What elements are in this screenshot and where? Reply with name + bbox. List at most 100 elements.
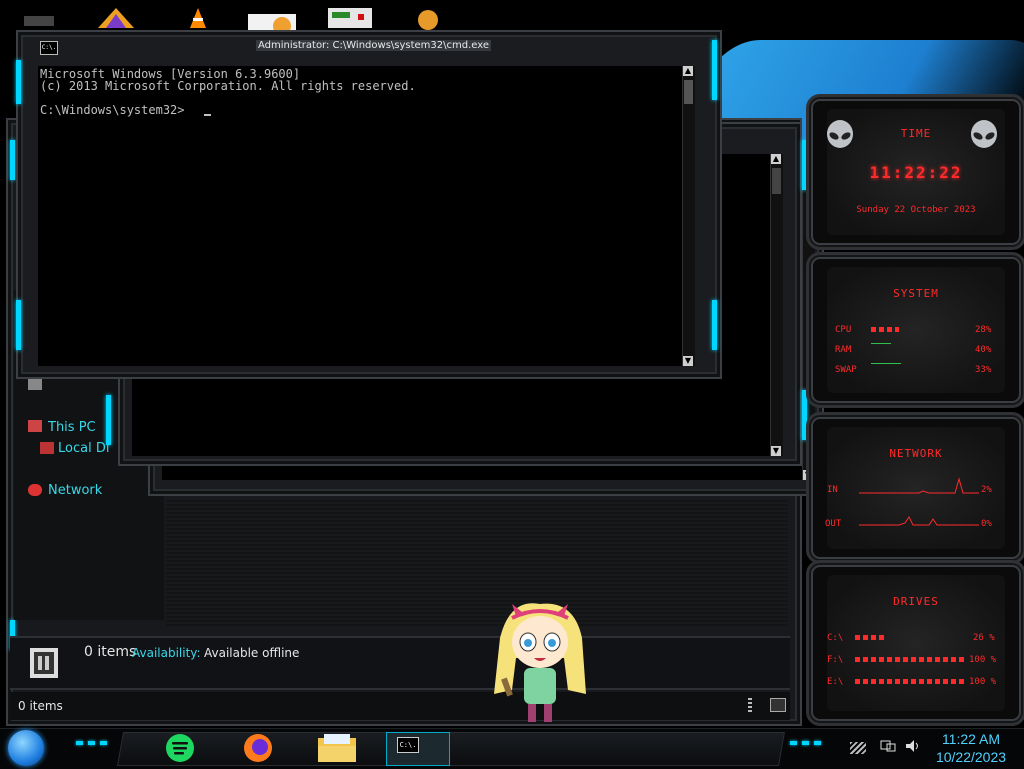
vertical-scrollbar[interactable]: ▲ ▼ bbox=[770, 154, 783, 456]
drives-gadget-title: DRIVES bbox=[893, 595, 939, 608]
star-butterfly-desktop-character bbox=[490, 598, 590, 730]
console-cursor bbox=[204, 114, 211, 116]
drive-e-value: 100 % bbox=[969, 677, 997, 687]
taskbar-accent bbox=[790, 741, 797, 745]
cmd-title-bar[interactable]: C:\. Administrator: C:\Windows\system32\… bbox=[36, 38, 700, 58]
scroll-down-icon[interactable]: ▼ bbox=[771, 446, 781, 456]
cpu-value: 28% bbox=[975, 325, 992, 335]
cmd-window-title: Administrator: C:\Windows\system32\cmd.e… bbox=[256, 40, 492, 51]
taskbar-accent bbox=[814, 741, 821, 745]
network-in-value: 2% bbox=[981, 485, 992, 495]
swap-value: 33% bbox=[975, 365, 992, 375]
volume-icon[interactable] bbox=[904, 738, 922, 754]
console-line-copyright: (c) 2013 Microsoft Corporation. All righ… bbox=[40, 79, 416, 93]
network-in-label: IN bbox=[827, 485, 838, 495]
drive-f-label: F:\ bbox=[827, 655, 844, 665]
home-icon bbox=[28, 378, 42, 390]
drive-c-bar bbox=[855, 635, 885, 640]
nav-local-disk[interactable]: Local Di bbox=[58, 441, 109, 456]
cpu-bar bbox=[871, 327, 899, 332]
cmd-window[interactable]: C:\. Administrator: C:\Windows\system32\… bbox=[16, 30, 722, 379]
desktop-shortcut-icon-5[interactable] bbox=[328, 6, 374, 30]
taskbar-firefox-button[interactable] bbox=[236, 732, 280, 764]
frame-accent bbox=[10, 140, 15, 180]
network-out-label: OUT bbox=[825, 519, 842, 529]
frame-accent bbox=[712, 40, 717, 100]
vlc-icon[interactable] bbox=[186, 6, 220, 30]
ram-value: 40% bbox=[975, 345, 992, 355]
network-out-value: 0% bbox=[981, 519, 992, 529]
scroll-thumb[interactable] bbox=[772, 168, 781, 194]
taskbar-date: 10/22/2023 bbox=[935, 749, 1007, 765]
nav-this-pc[interactable]: This PC bbox=[48, 420, 96, 435]
folder-thumbnail-icon bbox=[30, 648, 58, 678]
status-item-count: 0 items bbox=[18, 699, 63, 713]
desktop-shortcut-icon-4[interactable] bbox=[248, 6, 298, 35]
drives-gadget: DRIVES C:\ 26 % F:\ 100 % E:\ 100 % bbox=[806, 560, 1024, 726]
taskbar-accent bbox=[802, 741, 809, 745]
system-gadget-title: SYSTEM bbox=[893, 287, 939, 300]
cmd-icon: C:\. bbox=[397, 737, 419, 753]
network-icon bbox=[28, 484, 42, 496]
ram-label: RAM bbox=[835, 345, 852, 355]
frame-accent bbox=[16, 60, 21, 104]
network-out-graph bbox=[859, 516, 979, 526]
drive-c-value: 26 % bbox=[973, 633, 995, 643]
start-button[interactable] bbox=[8, 730, 44, 766]
taskbar-file-explorer-button[interactable] bbox=[310, 732, 364, 764]
folder-icon bbox=[318, 734, 356, 762]
taskbar-time: 11:22 AM bbox=[941, 731, 1001, 747]
taskbar-accent bbox=[76, 741, 83, 745]
frame-accent bbox=[712, 300, 717, 350]
drive-e-label: E:\ bbox=[827, 677, 844, 687]
desktop-shortcut-icon-1[interactable] bbox=[22, 6, 56, 30]
network-gadget: NETWORK IN 2% OUT 0% bbox=[806, 412, 1024, 564]
firefox-icon bbox=[244, 734, 272, 762]
drive-c-label: C:\ bbox=[827, 633, 844, 643]
scroll-down-icon[interactable]: ▼ bbox=[683, 356, 693, 366]
frame-accent bbox=[16, 300, 21, 350]
desktop-shortcut-icon-2[interactable] bbox=[96, 6, 134, 30]
scroll-up-icon[interactable]: ▲ bbox=[771, 154, 781, 164]
taskbar-accent bbox=[88, 741, 95, 745]
taskbar-dock bbox=[117, 732, 785, 766]
time-gadget-clock: 11:22:22 bbox=[869, 163, 963, 182]
swap-label: SWAP bbox=[835, 365, 857, 375]
scroll-thumb[interactable] bbox=[684, 80, 693, 104]
network-gadget-title: NETWORK bbox=[889, 447, 943, 460]
cpu-label: CPU bbox=[835, 325, 852, 335]
nav-network[interactable]: Network bbox=[48, 483, 102, 498]
frame-accent bbox=[106, 395, 111, 445]
taskbar-spotify-button[interactable] bbox=[158, 732, 202, 764]
explorer-details-pane: 0 items Availability: Available offline bbox=[10, 636, 790, 690]
console-area[interactable]: Microsoft Windows [Version 6.3.9600] (c)… bbox=[38, 66, 694, 366]
details-item-count: 0 items bbox=[84, 644, 137, 660]
local-disk-icon bbox=[40, 442, 54, 454]
network-in-graph bbox=[859, 477, 979, 494]
system-gadget: SYSTEM CPU 28% RAM 40% SWAP 33% bbox=[806, 252, 1024, 408]
taskbar-clock[interactable]: 11:22 AM 10/22/2023 bbox=[930, 730, 1012, 766]
ram-graph bbox=[871, 343, 891, 344]
explorer-file-list[interactable] bbox=[166, 500, 788, 626]
time-gadget: TIME 11:22:22 Sunday 22 October 2023 bbox=[806, 94, 1024, 250]
desktop-shortcut-icon-6[interactable] bbox=[416, 6, 450, 30]
explorer-status-bar: 0 items bbox=[10, 692, 790, 720]
vertical-scrollbar[interactable]: ▲ ▼ bbox=[682, 66, 695, 366]
availability-label: Availability: bbox=[132, 646, 201, 660]
swap-graph bbox=[871, 363, 901, 364]
time-gadget-title: TIME bbox=[900, 127, 932, 140]
time-gadget-date: Sunday 22 October 2023 bbox=[856, 205, 976, 215]
drive-f-value: 100 % bbox=[969, 655, 997, 665]
taskbar-cmd-button[interactable]: C:\. bbox=[386, 732, 450, 766]
scroll-up-icon[interactable]: ▲ bbox=[683, 66, 693, 76]
availability-value: Available offline bbox=[204, 646, 300, 660]
cmd-app-icon: C:\. bbox=[40, 41, 58, 55]
large-icons-view-icon[interactable] bbox=[770, 698, 786, 712]
drive-e-bar bbox=[855, 679, 967, 684]
action-center-icon[interactable] bbox=[850, 742, 866, 754]
console-prompt: C:\Windows\system32> bbox=[40, 103, 185, 117]
details-view-icon[interactable] bbox=[748, 698, 752, 712]
network-tray-icon[interactable] bbox=[880, 738, 896, 754]
drive-f-bar bbox=[855, 657, 967, 662]
this-pc-icon bbox=[28, 420, 42, 432]
